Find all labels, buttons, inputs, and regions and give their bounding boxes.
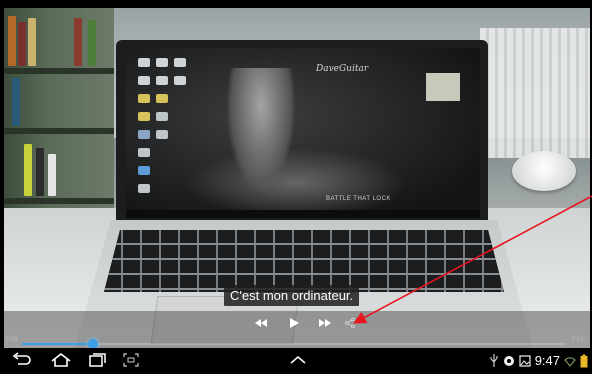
book xyxy=(24,144,32,196)
desktop-widget xyxy=(426,73,460,101)
fast-forward-button[interactable] xyxy=(319,317,331,333)
book xyxy=(74,18,82,66)
home-button[interactable] xyxy=(50,352,71,370)
laptop-screen: DaveGuitar BATTLE THAT LOCK xyxy=(126,48,480,218)
desktop-icon xyxy=(138,76,150,85)
screenshot-button[interactable] xyxy=(122,352,142,370)
radiator xyxy=(480,28,590,158)
media-icon xyxy=(503,356,514,366)
desktop-icon xyxy=(138,166,150,175)
book xyxy=(28,18,36,66)
book xyxy=(8,16,16,66)
chevron-up-icon xyxy=(290,356,306,364)
folder-icon xyxy=(138,112,150,121)
laptop-lid: DaveGuitar BATTLE THAT LOCK xyxy=(116,40,488,226)
desktop-icon xyxy=(174,58,186,67)
back-icon xyxy=(12,352,31,365)
wallpaper-logo: DaveGuitar xyxy=(316,64,369,74)
play-button[interactable] xyxy=(288,317,300,333)
image-notification-icon xyxy=(519,355,531,367)
subtitle-caption: C'est mon ordinateur. xyxy=(224,285,360,306)
wifi-icon xyxy=(564,357,576,367)
share-button[interactable] xyxy=(344,317,356,333)
home-icon xyxy=(51,352,71,367)
share-icon xyxy=(345,317,355,329)
book xyxy=(12,78,20,126)
guitarist-figure xyxy=(226,68,296,193)
folder-icon xyxy=(156,94,168,103)
desktop-icon xyxy=(156,58,168,67)
desktop-icon xyxy=(138,184,150,193)
book xyxy=(48,154,56,196)
rewind-icon xyxy=(255,319,267,327)
play-icon xyxy=(290,318,299,328)
desktop-icon xyxy=(156,130,168,139)
android-nav-bar: 9:47 xyxy=(0,348,592,374)
shelf-board xyxy=(4,68,114,74)
keyboard-rows xyxy=(104,230,504,292)
clock: 9:47 xyxy=(534,353,560,368)
book xyxy=(18,22,26,66)
wallpaper-caption: BATTLE THAT LOCK xyxy=(326,196,391,202)
time-total: 0:15 xyxy=(572,337,584,343)
rewind-button[interactable] xyxy=(255,317,267,333)
seek-bar[interactable] xyxy=(22,339,566,349)
book xyxy=(88,20,96,66)
battery-icon xyxy=(580,354,588,368)
desktop-icon xyxy=(138,58,150,67)
folder-icon xyxy=(138,94,150,103)
recent-apps-button[interactable] xyxy=(88,352,108,370)
usb-icon xyxy=(490,354,498,367)
desktop-icon xyxy=(156,112,168,121)
speaker xyxy=(512,151,576,191)
stage-light xyxy=(186,148,406,218)
shelf-board xyxy=(4,128,114,134)
fast-forward-icon xyxy=(319,319,331,327)
seek-progress xyxy=(22,343,93,345)
windows-taskbar xyxy=(126,210,480,218)
shelf-board xyxy=(4,198,114,204)
desktop-icon xyxy=(138,148,150,157)
desktop-icon xyxy=(174,76,186,85)
time-elapsed: 0:05 xyxy=(6,337,18,343)
desktop-icon xyxy=(138,130,150,139)
recent-apps-icon xyxy=(89,353,106,367)
desktop-icon xyxy=(156,76,168,85)
book xyxy=(36,148,44,196)
status-area[interactable]: 9:47 xyxy=(489,353,588,369)
screenshot-icon xyxy=(123,353,139,367)
expand-panel-button[interactable] xyxy=(288,352,308,370)
video-player-screen: DaveGuitar BATTLE THAT LOCK C'est mon or… xyxy=(0,0,592,374)
back-button[interactable] xyxy=(12,352,32,370)
